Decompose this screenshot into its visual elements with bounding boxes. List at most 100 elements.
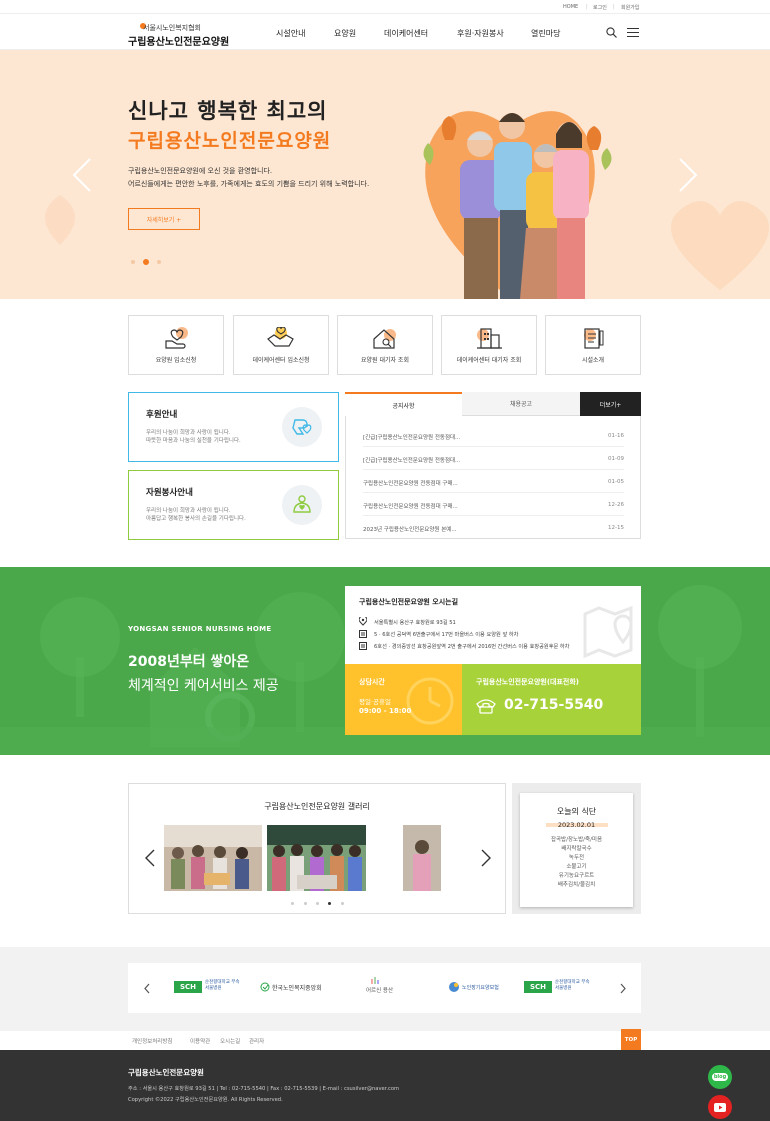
admin-link[interactable]: 관리자 <box>249 1037 264 1045</box>
notice-title: 구립용산노인전문요양원 전동점대 구매... <box>363 504 458 510</box>
hero-description: 어르신들에게는 편안한 노후를, 가족에게는 효도의 기쁨을 드리기 위해 노력… <box>128 180 370 188</box>
tab-notice[interactable]: 공지사항 <box>345 392 462 416</box>
menu-icon[interactable] <box>627 28 639 37</box>
search-icon[interactable] <box>606 27 617 38</box>
gallery-dot[interactable] <box>304 902 307 905</box>
slide-dot[interactable] <box>157 260 161 264</box>
phone-title: 구립용산노인전문요양원(대표전화) <box>476 678 579 686</box>
quick-menu-admission[interactable]: 요양원 입소신청 <box>128 315 224 375</box>
nav-facility[interactable]: 시설안내 <box>276 28 305 39</box>
gallery-dot[interactable] <box>316 902 319 905</box>
about-band: YONGSAN SENIOR NURSING HOME 2008년부터 쌓아온 … <box>0 567 770 755</box>
gallery-next-icon[interactable] <box>481 849 491 867</box>
quick-menu-daycare-waitlist[interactable]: 데이케어센터 대기자 조회 <box>441 315 537 375</box>
document-icon <box>584 328 604 349</box>
login-link[interactable]: 로그인 <box>593 4 607 11</box>
band-headline: 2008년부터 쌓아온 <box>128 654 250 670</box>
home-link[interactable]: HOME <box>563 4 578 10</box>
tab-recruit[interactable]: 채용공고 <box>462 392 580 416</box>
gallery-dot[interactable] <box>341 902 344 905</box>
nav-support[interactable]: 후원·자원봉사 <box>457 28 504 39</box>
notice-item[interactable]: 구립용산노인전문요양원 전동점대 구매... 01-05 <box>363 470 624 493</box>
divider: | <box>613 4 615 10</box>
gallery-photo[interactable] <box>267 825 366 891</box>
hero-banner: 신나고 행복한 최고의 구립용산노인전문요양원 구립용산노인전문요양원에 오신 … <box>0 50 770 299</box>
gallery-prev-icon[interactable] <box>145 849 155 867</box>
join-link[interactable]: 회원가입 <box>621 4 639 11</box>
partner-name[interactable]: 순천향대학교 부속 서울병원 <box>205 980 240 992</box>
gallery: 구립용산노인전문요양원 갤러리 <box>128 783 506 914</box>
notice-title: 구립용산노인전문요양원 전동점대 구매... <box>363 481 458 487</box>
notice-item[interactable]: 구립용산노인전문요양원 전동점대 구매... 12-26 <box>363 493 624 516</box>
meal-item: 녹두전 <box>568 855 585 861</box>
nav-daycare[interactable]: 데이케어센터 <box>384 28 428 39</box>
blog-icon[interactable]: blog <box>708 1065 732 1089</box>
partners-next-icon[interactable] <box>620 983 626 994</box>
notice-item[interactable]: 2023년 구립용산노인전문요양원 본예... 12-15 <box>363 516 624 539</box>
volunteer-description: 아름답고 행복한 봉사의 손길을 기다립니다. <box>146 516 246 522</box>
quick-menu-nursing-waitlist[interactable]: 요양원 대기자 조회 <box>337 315 433 375</box>
sch-logo: SCH <box>174 981 202 993</box>
transit-route: 5 · 6호선 공덕역 6번출구에서 17번 마을버스 이용 요양원 앞 하차 <box>374 632 519 638</box>
notice-more-button[interactable]: 더보기+ <box>580 392 641 416</box>
privacy-link[interactable]: 개인정보처리방침 <box>132 1037 172 1045</box>
donation-description: 우리의 나눔이 희망과 사랑이 됩니다. <box>146 430 231 436</box>
directions-link[interactable]: 오시는길 <box>220 1037 240 1045</box>
subway-icon <box>359 630 367 638</box>
terms-link[interactable]: 이용약관 <box>190 1037 210 1045</box>
prev-slide-icon[interactable] <box>72 158 92 192</box>
donation-box[interactable]: 후원안내 우리의 나눔이 희망과 사랑이 됩니다. 따뜻한 마음과 나눔의 실천… <box>128 392 339 462</box>
notice-item[interactable]: [긴급]구립용산노인전문요양원 전동점대... 01-16 <box>363 424 624 447</box>
gallery-dot[interactable] <box>291 902 294 905</box>
partner-emblem-icon <box>371 977 379 984</box>
band-english-title: YONGSAN SENIOR NURSING HOME <box>128 625 272 633</box>
phone-icon <box>476 699 496 714</box>
quick-menu-daycare-admission[interactable]: 데이케어센터 입소신청 <box>233 315 329 375</box>
volunteer-description: 우리의 나눔이 희망과 사랑이 됩니다. <box>146 508 231 514</box>
slide-dot[interactable] <box>131 260 135 264</box>
partner-name[interactable]: 어르신 용산 <box>366 986 393 994</box>
gallery-dot-active[interactable] <box>328 902 331 905</box>
footer: 구립용산노인전문요양원 주소 : 서울시 용산구 효창원로 93길 51 | T… <box>0 1050 770 1121</box>
consult-hours-box: 상담시간 평일·공휴일 09:00 - 18:00 <box>345 664 462 735</box>
logo-subtitle[interactable]: 서울시노인복지협회 <box>143 23 201 33</box>
nav-community[interactable]: 열린마당 <box>531 28 560 39</box>
gallery-photo[interactable] <box>403 825 441 891</box>
building-icon <box>477 328 502 349</box>
partners-prev-icon[interactable] <box>144 983 150 994</box>
gallery-photo[interactable] <box>164 825 262 891</box>
phone-box[interactable]: 구립용산노인전문요양원(대표전화) 02-715-5540 <box>462 664 641 735</box>
partner-name[interactable]: 한국노인복지중앙회 <box>272 983 322 992</box>
header: 서울시노인복지협회 구립용산노인전문요양원 시설안내 요양원 데이케어센터 후원… <box>0 14 770 50</box>
sch-logo: SCH <box>524 981 552 993</box>
quick-menu-label: 시설소개 <box>581 357 605 364</box>
volunteer-title: 자원봉사안내 <box>146 488 193 498</box>
notice-date: 01-05 <box>608 479 624 485</box>
partner-name[interactable]: 노인장기요양보험 <box>462 984 499 991</box>
nav-nursing-home[interactable]: 요양원 <box>334 28 356 39</box>
quick-menu-facility-intro[interactable]: 시설소개 <box>545 315 641 375</box>
quick-menu-label: 데이케어센터 입소신청 <box>252 357 310 364</box>
hero-more-button[interactable]: 자세히보기 + <box>128 208 200 230</box>
slide-dot-active[interactable] <box>143 259 149 265</box>
donation-title: 후원안내 <box>146 410 178 420</box>
scroll-top-button[interactable]: TOP <box>621 1029 641 1051</box>
logo-title[interactable]: 구립용산노인전문요양원 <box>128 33 229 48</box>
youtube-icon[interactable] <box>708 1095 732 1119</box>
phone-number[interactable]: 02-715-5540 <box>504 697 603 713</box>
divider: | <box>586 4 588 10</box>
donation-icon <box>282 407 322 447</box>
next-slide-icon[interactable] <box>678 158 698 192</box>
meal-date: 2023.02.01 <box>557 821 596 829</box>
meal-panel: 오늘의 식단 2023.02.01 잡곡밥/장노밥/죽/미음 배지락칼국수 녹두… <box>512 783 641 914</box>
location-pin-icon <box>359 617 367 626</box>
transit-route: 6호선 · 경의중앙선 효창공원앞역 2번 출구에서 2016번 간선버스 이용… <box>374 644 570 650</box>
house-search-icon <box>373 329 396 349</box>
directions-box[interactable]: 구립용산노인전문요양원 오시는길 서울특별시 용산구 효창원로 93길 51 5… <box>345 586 641 664</box>
blog-label: blog <box>711 1073 729 1081</box>
volunteer-box[interactable]: 자원봉사안내 우리의 나눔이 희망과 사랑이 됩니다. 아름답고 행복한 봉사의… <box>128 470 339 540</box>
quick-menu-label: 요양원 대기자 조회 <box>361 357 409 364</box>
meal-item: 배지락칼국수 <box>561 846 592 852</box>
notice-item[interactable]: [긴급]구립용산노인전문요양원 전동점대... 01-09 <box>363 447 624 470</box>
partner-name[interactable]: 순천향대학교 부속 서울병원 <box>555 980 590 992</box>
